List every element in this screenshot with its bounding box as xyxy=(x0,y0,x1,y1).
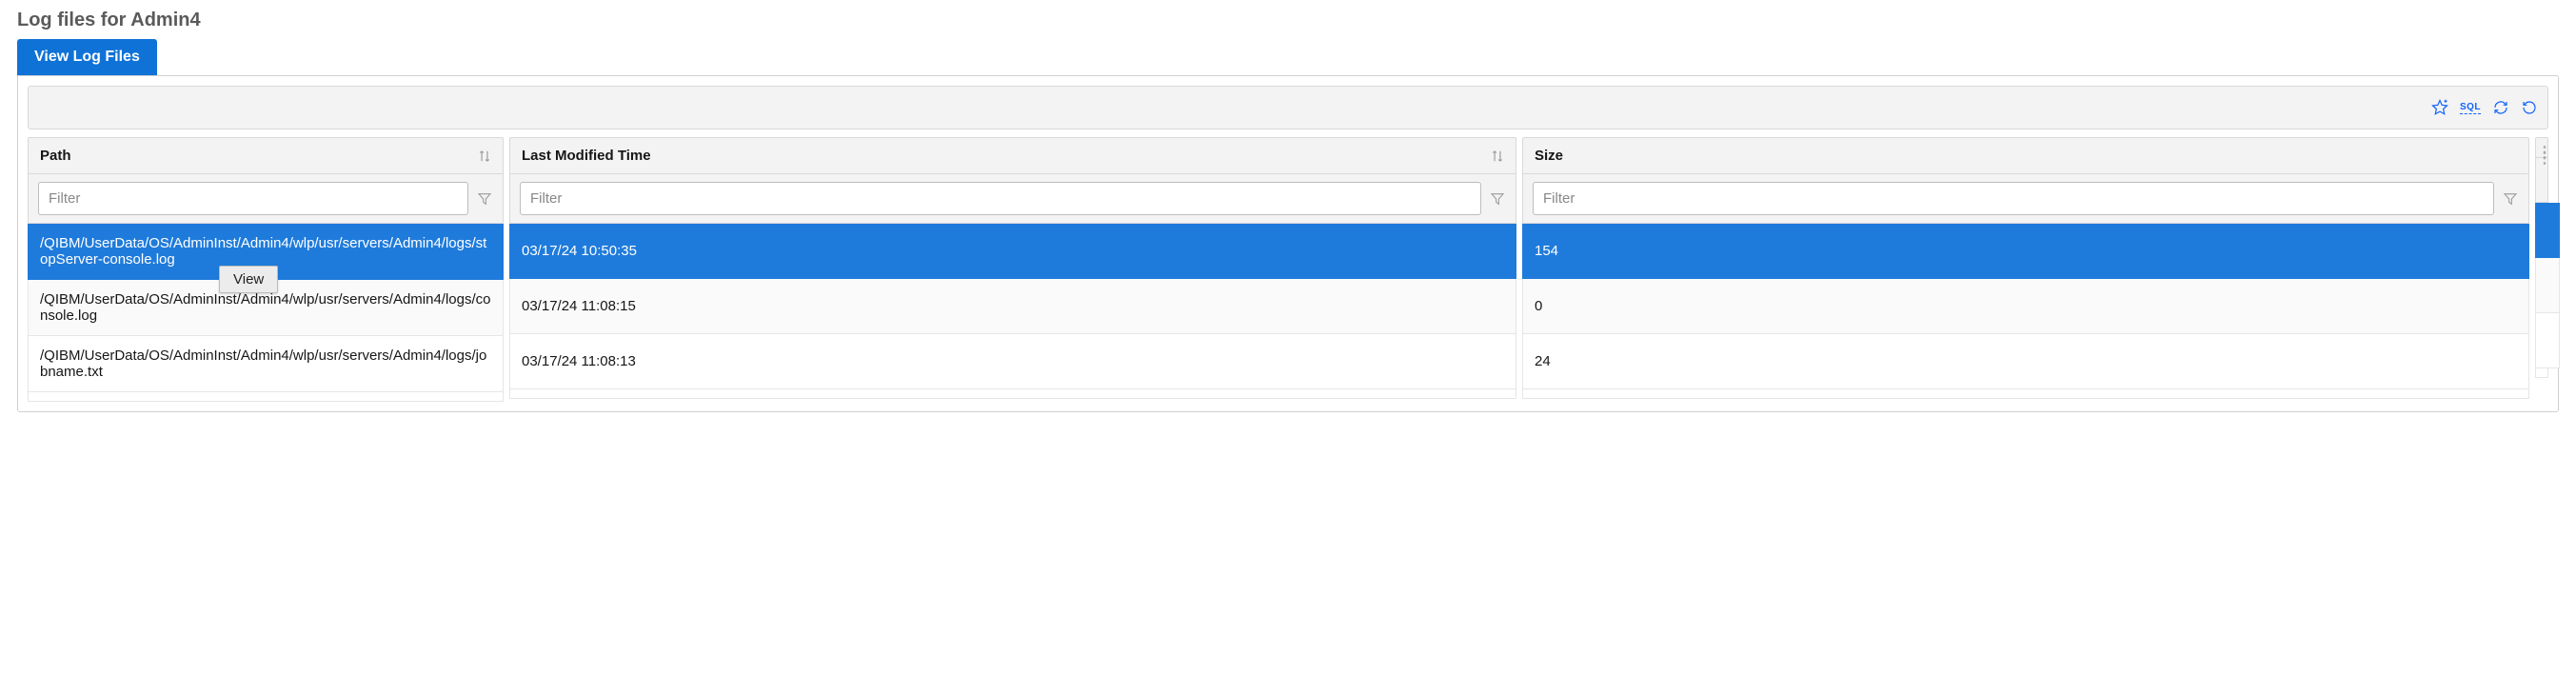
filter-row-path xyxy=(28,173,504,224)
cell-path: /QIBM/UserData/OS/AdminInst/Admin4/wlp/u… xyxy=(40,235,491,268)
refresh-icon[interactable] xyxy=(2492,99,2509,116)
header-size[interactable]: Size ⇅ xyxy=(1522,137,2529,173)
row-spacer xyxy=(28,392,504,402)
log-table: Path /QIBM/UserData/OS/AdminInst/Admin4/… xyxy=(28,137,2548,402)
filter-icon[interactable] xyxy=(2502,190,2519,208)
filter-icon[interactable] xyxy=(476,190,493,208)
cell-time: 03/17/24 11:08:15 xyxy=(522,298,636,314)
row-spacer xyxy=(2535,368,2548,378)
column-gutter: ⋮⋮ xyxy=(2535,137,2548,402)
context-menu[interactable]: View xyxy=(219,266,278,293)
filter-input-size[interactable] xyxy=(1533,182,2494,215)
column-menu-icon[interactable]: ⋮⋮ xyxy=(2537,150,2552,162)
table-row[interactable]: /QIBM/UserData/OS/AdminInst/Admin4/wlp/u… xyxy=(28,224,504,280)
column-path: Path /QIBM/UserData/OS/AdminInst/Admin4/… xyxy=(28,137,504,402)
header-time-label: Last Modified Time xyxy=(522,148,651,164)
cell-size: 0 xyxy=(1535,298,1542,314)
header-path[interactable]: Path xyxy=(28,137,504,173)
cell-time: 03/17/24 11:08:13 xyxy=(522,353,636,369)
sort-icon[interactable] xyxy=(1491,149,1504,163)
column-size: Size ⇅ 154 0 24 xyxy=(1522,137,2529,402)
column-time: Last Modified Time 03/17/24 10:50:35 03/… xyxy=(509,137,1516,402)
filter-input-time[interactable] xyxy=(520,182,1481,215)
filter-row-time xyxy=(509,173,1516,224)
table-row[interactable]: 03/17/24 11:08:13 xyxy=(509,334,1516,389)
reset-icon[interactable] xyxy=(2521,99,2538,116)
row-spacer xyxy=(509,389,1516,399)
gutter-header: ⋮⋮ xyxy=(2535,137,2548,157)
gutter-cell xyxy=(2535,203,2560,258)
table-row[interactable]: 154 xyxy=(1522,224,2529,279)
table-row[interactable]: /QIBM/UserData/OS/AdminInst/Admin4/wlp/u… xyxy=(28,336,504,392)
tab-bar: View Log Files xyxy=(17,39,2559,75)
gutter-cell xyxy=(2535,258,2560,313)
favorite-icon[interactable] xyxy=(2431,99,2448,116)
cell-size: 154 xyxy=(1535,243,1558,259)
table-row[interactable]: 0 xyxy=(1522,279,2529,334)
cell-time: 03/17/24 10:50:35 xyxy=(522,243,637,259)
page-title: Log files for Admin4 xyxy=(17,10,2559,31)
table-row[interactable]: 03/17/24 11:08:15 xyxy=(509,279,1516,334)
table-row[interactable]: 03/17/24 10:50:35 xyxy=(509,224,1516,279)
filter-icon[interactable] xyxy=(1489,190,1506,208)
header-size-label: Size xyxy=(1535,148,1563,164)
filter-row-size xyxy=(1522,173,2529,224)
panel: SQL Path xyxy=(17,75,2559,412)
header-time[interactable]: Last Modified Time xyxy=(509,137,1516,173)
gutter-cell xyxy=(2535,313,2560,368)
filter-input-path[interactable] xyxy=(38,182,468,215)
cell-path: /QIBM/UserData/OS/AdminInst/Admin4/wlp/u… xyxy=(40,348,491,380)
cell-path: /QIBM/UserData/OS/AdminInst/Admin4/wlp/u… xyxy=(40,291,491,324)
tab-view-log-files[interactable]: View Log Files xyxy=(17,39,157,75)
sort-icon[interactable] xyxy=(478,149,491,163)
header-path-label: Path xyxy=(40,148,71,164)
sql-button[interactable]: SQL xyxy=(2460,102,2481,114)
cell-size: 24 xyxy=(1535,353,1551,369)
context-menu-view[interactable]: View xyxy=(233,271,264,288)
table-row[interactable]: 24 xyxy=(1522,334,2529,389)
row-spacer xyxy=(1522,389,2529,399)
table-toolbar: SQL xyxy=(28,86,2548,129)
